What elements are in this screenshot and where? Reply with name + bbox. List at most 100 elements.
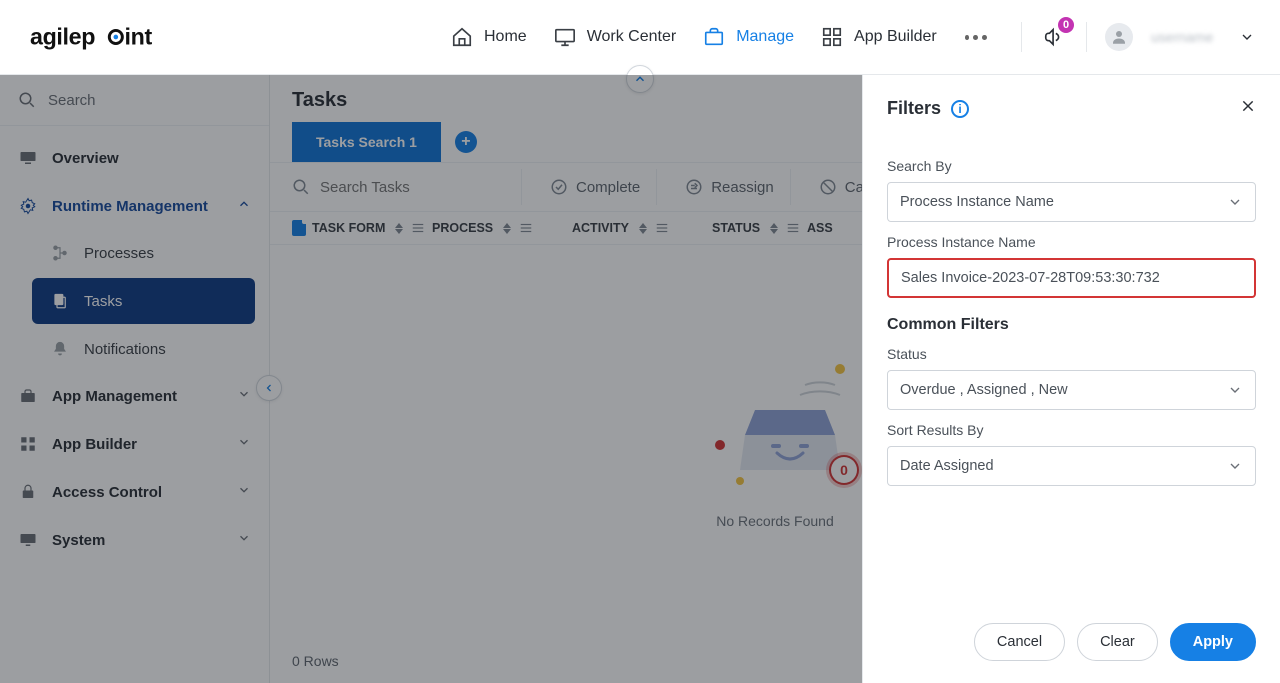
button-label: Clear <box>1100 634 1135 650</box>
col-status[interactable]: STATUS <box>712 221 807 235</box>
svg-text:int: int <box>125 23 153 49</box>
gear-icon <box>18 196 38 216</box>
nav-app-builder[interactable]: App Builder <box>820 25 937 49</box>
sidebar-label: Notifications <box>84 341 166 358</box>
flow-icon <box>50 243 70 263</box>
sidebar-label: App Builder <box>52 436 137 453</box>
column-menu-icon[interactable] <box>655 221 669 235</box>
sort-icon[interactable] <box>503 223 513 234</box>
nav-more[interactable] <box>963 35 989 40</box>
sidebar-item-access-control[interactable]: Access Control <box>0 468 269 516</box>
col-label: PROCESS <box>432 221 493 235</box>
task-form-icon <box>292 220 306 236</box>
nav-app-builder-label: App Builder <box>854 28 937 46</box>
action-reassign[interactable]: Reassign <box>669 169 791 205</box>
chevron-down-icon <box>1227 382 1243 398</box>
sidebar-item-system[interactable]: System <box>0 516 269 564</box>
sidebar-label: System <box>52 532 105 549</box>
sidebar-item-tasks[interactable]: Tasks <box>32 278 255 324</box>
search-icon <box>292 178 310 196</box>
empty-illustration: 0 <box>685 355 865 495</box>
search-tasks[interactable] <box>292 169 522 205</box>
select-status[interactable]: Overdue , Assigned , New <box>887 370 1256 410</box>
sidebar-item-app-builder[interactable]: App Builder <box>0 420 269 468</box>
sidebar-label: Processes <box>84 245 154 262</box>
chevron-down-icon <box>1227 458 1243 474</box>
label-search-by: Search By <box>887 158 1256 174</box>
select-value: Overdue , Assigned , New <box>900 382 1068 398</box>
sidebar-item-runtime-mgmt[interactable]: Runtime Management <box>0 182 269 230</box>
notifications-button[interactable]: 0 <box>1040 23 1068 51</box>
action-complete[interactable]: Complete <box>534 169 657 205</box>
empty-zero-badge: 0 <box>831 457 857 483</box>
sidebar-item-app-management[interactable]: App Management <box>0 372 269 420</box>
collapse-top-toggle[interactable] <box>626 65 654 93</box>
tab-tasks-search-1[interactable]: Tasks Search 1 <box>292 122 441 162</box>
clear-button[interactable]: Clear <box>1077 623 1158 661</box>
sort-icon[interactable] <box>639 223 649 234</box>
col-task-form[interactable]: TASK FORM <box>292 220 432 236</box>
body: Search Overview Runtime Management <box>0 75 1280 683</box>
search-tasks-input[interactable] <box>320 179 490 196</box>
sidebar-label: Overview <box>52 150 119 167</box>
filters-panel: Filters i Search By Process Instance Nam… <box>862 75 1280 683</box>
button-label: Cancel <box>997 634 1042 650</box>
grid-icon <box>18 434 38 454</box>
col-label: ACTIVITY <box>572 221 629 235</box>
select-value: Process Instance Name <box>900 194 1054 210</box>
sidebar-item-notifications[interactable]: Notifications <box>32 326 255 372</box>
select-search-by[interactable]: Process Instance Name <box>887 182 1256 222</box>
tab-add-button[interactable]: + <box>455 131 477 153</box>
username: username <box>1151 29 1221 45</box>
search-icon <box>18 91 36 109</box>
copy-icon <box>50 291 70 311</box>
input-process-instance[interactable]: Sales Invoice-2023-07-28T09:53:30:732 <box>887 258 1256 298</box>
nav-manage[interactable]: Manage <box>702 25 794 49</box>
bell-icon <box>50 339 70 359</box>
col-label: TASK FORM <box>312 221 385 235</box>
svg-text:agilep: agilep <box>30 23 95 49</box>
action-label: Reassign <box>711 179 774 196</box>
sidebar-item-overview[interactable]: Overview <box>0 134 269 182</box>
check-circle-icon <box>550 178 568 196</box>
top-right: 0 username <box>1021 22 1255 52</box>
close-button[interactable] <box>1240 97 1256 120</box>
chevron-down-icon <box>237 387 251 405</box>
input-value: Sales Invoice-2023-07-28T09:53:30:732 <box>901 270 1160 286</box>
cancel-button[interactable]: Cancel <box>974 623 1065 661</box>
col-activity[interactable]: ACTIVITY <box>572 221 712 235</box>
chevron-down-icon <box>237 435 251 453</box>
info-icon[interactable]: i <box>951 100 969 118</box>
sidebar-label: Access Control <box>52 484 162 501</box>
briefcase-icon <box>702 25 726 49</box>
top-bar: agilep int Home Work Center Manage <box>0 0 1280 75</box>
column-menu-icon[interactable] <box>786 221 800 235</box>
top-nav: Home Work Center Manage App Builder <box>450 25 989 49</box>
tab-label: Tasks Search 1 <box>316 134 417 150</box>
label-process-instance: Process Instance Name <box>887 234 1256 250</box>
sort-icon[interactable] <box>395 223 405 234</box>
sidebar-search[interactable]: Search <box>0 75 269 126</box>
column-menu-icon[interactable] <box>411 221 425 235</box>
nav-work-center[interactable]: Work Center <box>553 25 677 49</box>
nav-home[interactable]: Home <box>450 25 527 49</box>
desktop-icon <box>18 530 38 550</box>
sidebar-item-processes[interactable]: Processes <box>32 230 255 276</box>
filters-body: Search By Process Instance Name Process … <box>863 142 1280 607</box>
column-menu-icon[interactable] <box>519 221 533 235</box>
cancel-circle-icon <box>819 178 837 196</box>
select-value: Date Assigned <box>900 458 994 474</box>
home-icon <box>450 25 474 49</box>
sort-icon[interactable] <box>770 223 780 234</box>
divider <box>1021 22 1022 52</box>
briefcase-icon <box>18 386 38 406</box>
chevron-down-icon <box>237 483 251 501</box>
chevron-down-icon[interactable] <box>1239 29 1255 45</box>
chevron-down-icon <box>1227 194 1243 210</box>
logo: agilep int <box>30 20 190 54</box>
col-process[interactable]: PROCESS <box>432 221 572 235</box>
apply-button[interactable]: Apply <box>1170 623 1256 661</box>
select-sort[interactable]: Date Assigned <box>887 446 1256 486</box>
avatar[interactable] <box>1105 23 1133 51</box>
action-label: Complete <box>576 179 640 196</box>
